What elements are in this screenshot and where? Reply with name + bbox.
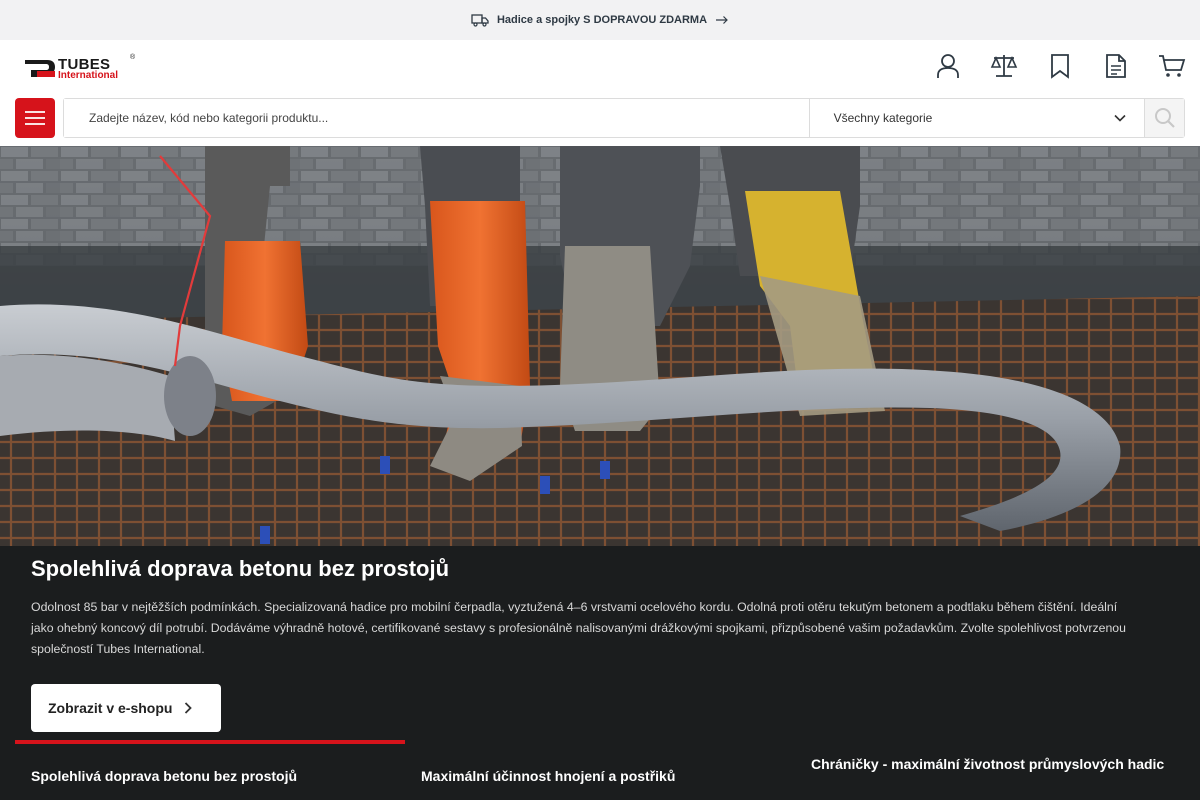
arrow-right-icon [715,15,729,25]
hero-title: Spolehlivá doprava betonu bez prostojů [31,556,450,581]
active-slide-indicator [15,740,405,744]
user-icon[interactable] [934,52,962,80]
chevron-down-icon [1114,114,1126,122]
site-header: TUBES International ® Všechny kategorie [0,40,1200,146]
bookmark-icon[interactable] [1046,52,1074,80]
cart-icon[interactable] [1158,52,1186,80]
promo-bar[interactable]: Hadice a spojky S DOPRAVOU ZDARMA [0,0,1200,40]
search-input[interactable] [64,99,809,137]
hero-content: Spolehlivá doprava betonu bez prostojů O… [0,546,1200,800]
slide-tab-1[interactable]: Spolehlivá doprava betonu bez prostojů [31,764,297,788]
slide-tab-2[interactable]: Maximální účinnost hnojení a postřiků [421,764,675,788]
eshop-button[interactable]: Zobrazit v e-shopu [31,684,221,732]
chevron-right-icon [185,702,193,714]
compare-scale-icon[interactable] [990,52,1018,80]
header-actions [934,52,1186,80]
category-select[interactable]: Všechny kategorie [808,99,1144,137]
logo-mark-icon [25,60,55,77]
document-icon[interactable] [1102,52,1130,80]
hamburger-icon [25,111,45,125]
tubes-logo[interactable]: TUBES International ® [23,54,139,82]
free-delivery-truck-icon [471,13,489,27]
category-select-value: Všechny kategorie [833,111,933,125]
menu-button[interactable] [15,98,55,138]
promo-text[interactable]: Hadice a spojky S DOPRAVOU ZDARMA [497,14,707,26]
logo-registered-mark: ® [130,54,136,61]
hero-description: Odolnost 85 bar v nejtěžších podmínkách.… [31,600,1126,656]
logo-sub-text: International [58,70,119,81]
hero-image [0,146,1200,546]
search-icon [1154,108,1175,128]
search-bar: Všechny kategorie [63,98,1185,138]
search-button[interactable] [1144,99,1184,137]
eshop-button-label: Zobrazit v e-shopu [48,700,173,716]
slide-tab-3[interactable]: Chráničky - maximální životnost průmyslo… [811,752,1171,776]
